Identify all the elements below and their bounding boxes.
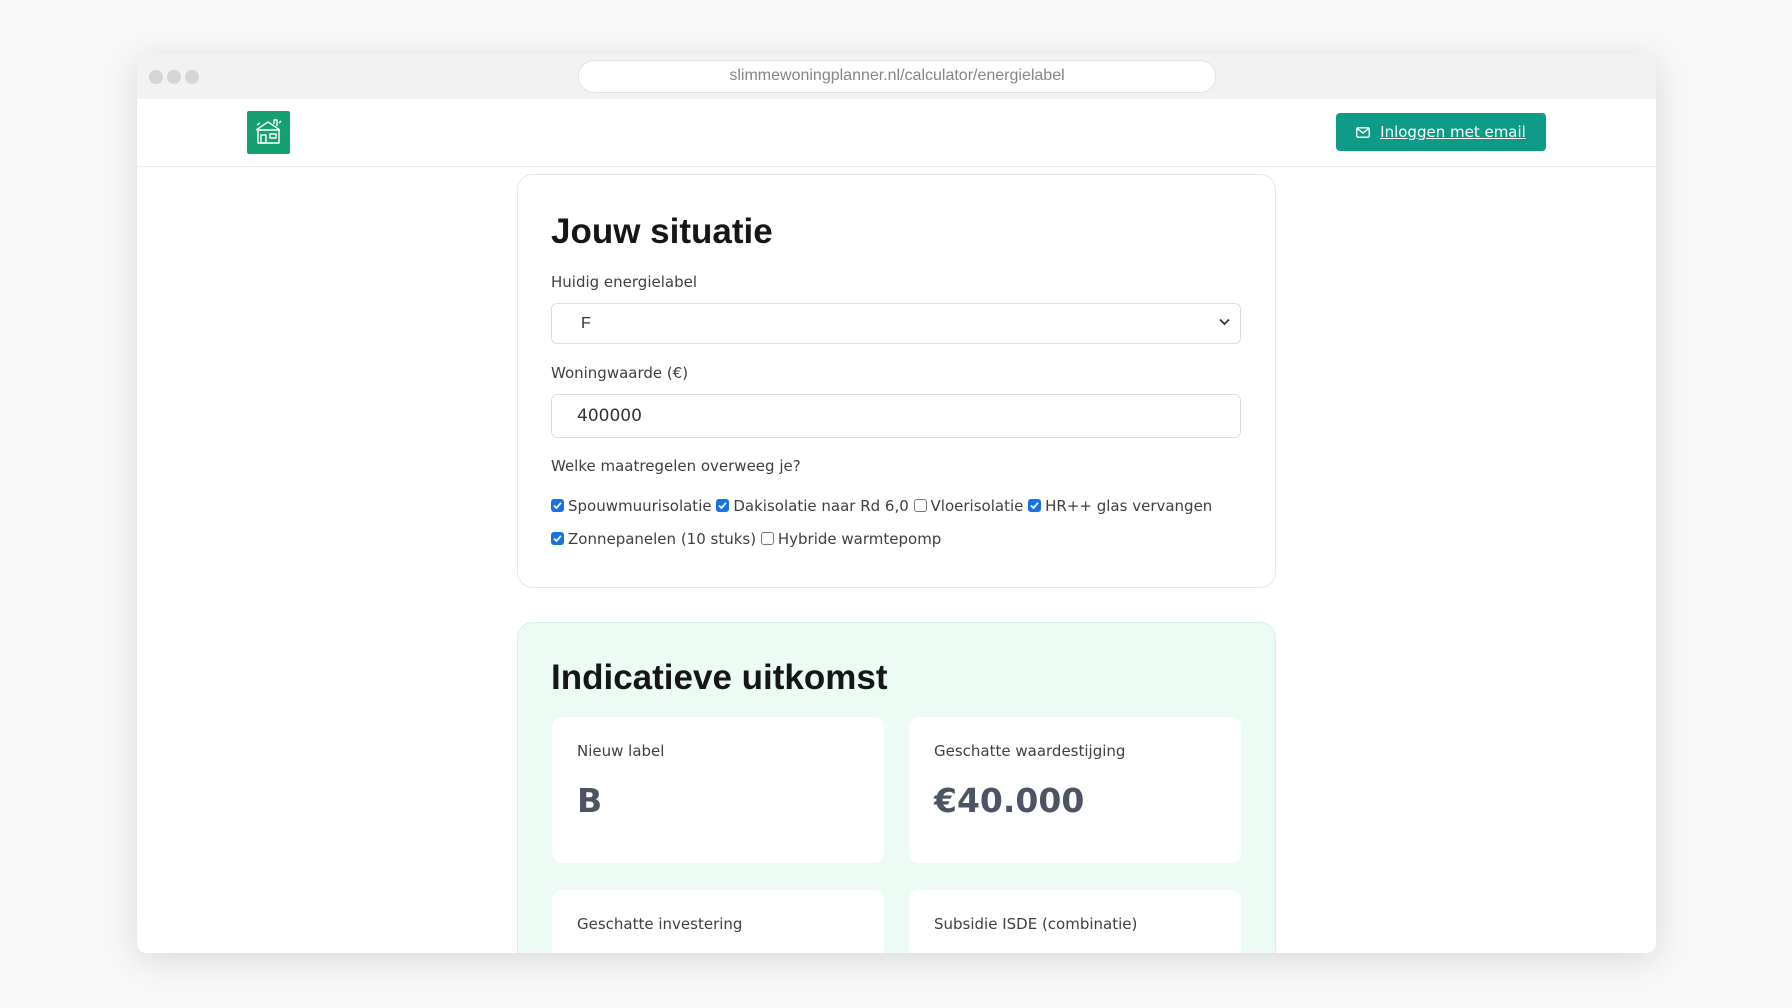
site-header: Inloggen met email bbox=[137, 99, 1656, 167]
energy-label-field-label: Huidig energielabel bbox=[551, 273, 697, 291]
checkbox-unchecked[interactable] bbox=[760, 532, 774, 545]
measure-vloerisolatie[interactable]: Vloerisolatie bbox=[913, 490, 1024, 523]
checkbox-unchecked[interactable] bbox=[913, 499, 927, 512]
window-minimize-dot[interactable] bbox=[167, 70, 181, 84]
checkbox-checked[interactable] bbox=[716, 499, 730, 512]
measure-label: Vloerisolatie bbox=[930, 497, 1024, 515]
measure-dakisolatie[interactable]: Dakisolatie naar Rd 6,0 bbox=[716, 490, 909, 523]
measure-hybride-warmtepomp[interactable]: Hybride warmtepomp bbox=[760, 523, 942, 556]
result-tile-subsidy: Subsidie ISDE (combinatie) bbox=[909, 890, 1241, 953]
tile-label: Geschatte waardestijging bbox=[934, 742, 1126, 760]
measure-label: Spouwmuurisolatie bbox=[568, 497, 712, 515]
measure-spouwmuurisolatie[interactable]: Spouwmuurisolatie bbox=[551, 490, 712, 523]
result-tile-value-increase: Geschatte waardestijging €40.000 bbox=[909, 717, 1241, 863]
measure-zonnepanelen[interactable]: Zonnepanelen (10 stuks) bbox=[551, 523, 756, 556]
measure-label: HR++ glas vervangen bbox=[1045, 497, 1213, 515]
situation-card: Jouw situatie Huidig energielabel F Woni… bbox=[517, 174, 1276, 588]
tile-value: B bbox=[577, 781, 603, 820]
browser-chrome: slimmewoningplanner.nl/calculator/energi… bbox=[137, 55, 1656, 99]
result-tile-new-label: Nieuw label B bbox=[552, 717, 884, 863]
measure-hr-glas[interactable]: HR++ glas vervangen bbox=[1028, 490, 1212, 523]
situation-title: Jouw situatie bbox=[551, 212, 773, 251]
tile-label: Subsidie ISDE (combinatie) bbox=[934, 915, 1138, 933]
checkbox-checked[interactable] bbox=[1028, 499, 1042, 512]
result-card: Indicatieve uitkomst Nieuw label B Gesch… bbox=[517, 622, 1276, 953]
measure-label: Dakisolatie naar Rd 6,0 bbox=[733, 497, 909, 515]
checkbox-checked[interactable] bbox=[551, 532, 564, 545]
measure-label: Zonnepanelen (10 stuks) bbox=[568, 530, 757, 548]
login-email-button[interactable]: Inloggen met email bbox=[1336, 113, 1546, 151]
home-value-field-label: Woningwaarde (€) bbox=[551, 364, 689, 382]
energy-label-selected-value: F bbox=[581, 315, 591, 332]
checkbox-checked[interactable] bbox=[551, 499, 564, 512]
energy-label-select[interactable]: F bbox=[551, 303, 1241, 344]
measures-label: Welke maatregelen overweeg je? bbox=[551, 457, 801, 475]
tile-label: Nieuw label bbox=[577, 742, 665, 760]
measures-checkbox-group: Spouwmuurisolatie Dakisolatie naar Rd 6,… bbox=[551, 490, 1231, 556]
address-bar[interactable]: slimmewoningplanner.nl/calculator/energi… bbox=[578, 60, 1216, 93]
site-logo[interactable] bbox=[247, 111, 290, 154]
result-title: Indicatieve uitkomst bbox=[551, 658, 888, 697]
window-close-dot[interactable] bbox=[149, 70, 163, 84]
home-value-input[interactable] bbox=[551, 394, 1241, 438]
tile-label: Geschatte investering bbox=[577, 915, 743, 933]
window-maximize-dot[interactable] bbox=[185, 70, 199, 84]
house-icon bbox=[255, 119, 282, 144]
chevron-down-icon bbox=[1219, 318, 1230, 326]
mail-icon bbox=[1356, 126, 1371, 138]
browser-window: slimmewoningplanner.nl/calculator/energi… bbox=[137, 55, 1656, 953]
measure-label: Hybride warmtepomp bbox=[777, 530, 942, 548]
login-button-label: Inloggen met email bbox=[1380, 123, 1526, 141]
result-tile-investment: Geschatte investering bbox=[552, 890, 884, 953]
tile-value: €40.000 bbox=[934, 781, 1085, 820]
